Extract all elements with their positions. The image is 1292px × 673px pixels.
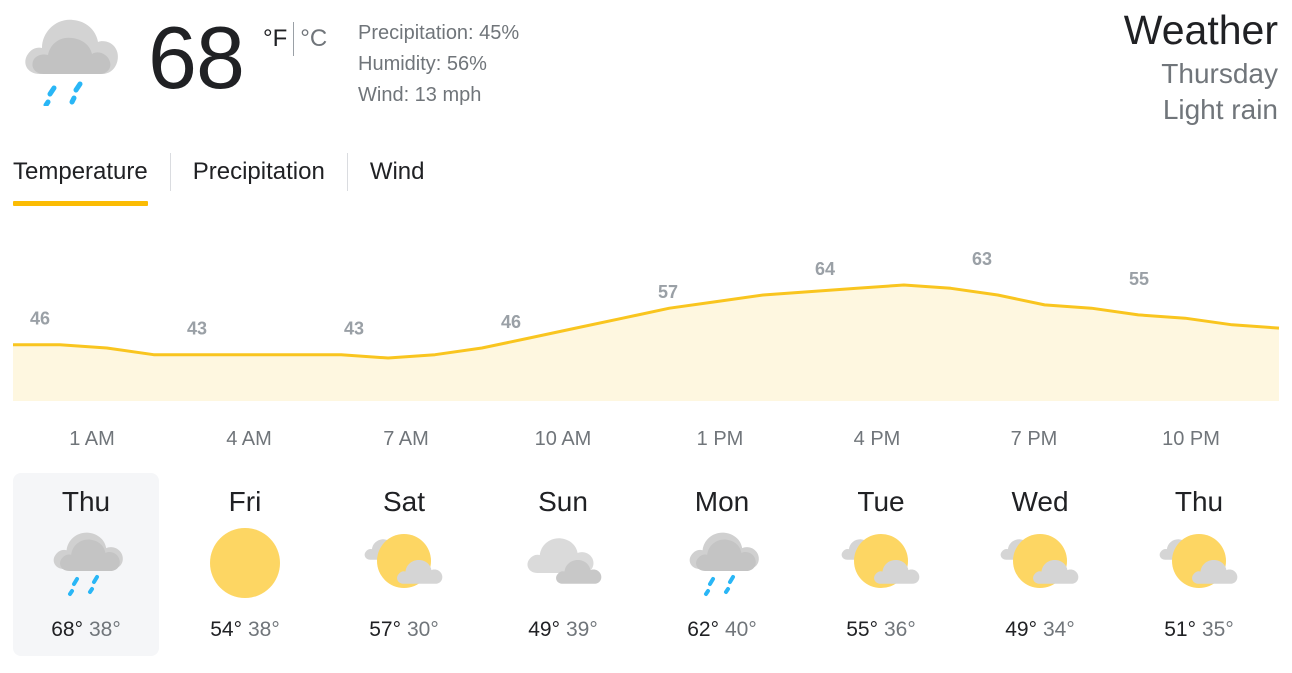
temperature-value-label: 43	[187, 319, 207, 339]
current-details: Precipitation: 45% Humidity: 56% Wind: 1…	[358, 18, 519, 111]
time-axis-label: 1 AM	[69, 428, 115, 450]
partly-cloudy-icon	[1159, 527, 1239, 599]
temperature-value-label: 43	[344, 319, 364, 339]
forecast-low: 36°	[884, 618, 916, 641]
forecast-low: 38°	[248, 618, 280, 641]
temperature-chart-svg: 46 43 43 46 57 64 63 55 1 AM 4 AM 7 AM 10 AM 1 PM 4 P…	[13, 249, 1280, 450]
chart-tabs: Temperature Precipitation Wind	[13, 152, 425, 208]
forecast-low: 40°	[725, 618, 757, 641]
forecast-day-7[interactable]: Thu 51° 35°	[1126, 473, 1272, 656]
forecast-temps: 54° 38°	[172, 617, 318, 643]
temperature-value-label: 63	[972, 249, 992, 269]
partly-cloudy-icon	[364, 527, 444, 599]
forecast-low: 38°	[89, 618, 121, 641]
forecast-day-name: Sat	[382, 486, 426, 517]
weather-day: Thursday	[1161, 58, 1278, 89]
tab-precipitation[interactable]: Precipitation	[193, 152, 325, 208]
forecast-day-6[interactable]: Wed 49° 34°	[967, 473, 1113, 656]
sun-icon	[205, 527, 285, 599]
forecast-day-name: Mon	[694, 486, 750, 517]
forecast-temps: 49° 34°	[967, 617, 1113, 643]
time-axis-label: 10 PM	[1162, 428, 1220, 450]
forecast-day-name: Tue	[857, 486, 905, 517]
forecast-low: 39°	[566, 618, 598, 641]
forecast-low: 30°	[407, 618, 439, 641]
temperature-value-label: 46	[501, 312, 521, 332]
time-axis-label: 7 AM	[383, 428, 429, 450]
partly-cloudy-icon	[1000, 527, 1080, 599]
rain-cloud-icon	[682, 527, 762, 599]
forecast-day-0[interactable]: Thu 68° 38°	[13, 473, 159, 656]
forecast-high: 55°	[846, 618, 878, 641]
precipitation-text: Precipitation: 45%	[358, 22, 520, 44]
humidity-text: Humidity: 56%	[358, 53, 487, 75]
forecast-low: 35°	[1202, 618, 1234, 641]
forecast-day-name: Thu	[1174, 486, 1224, 517]
forecast-high: 54°	[210, 618, 242, 641]
forecast-day-name: Fri	[228, 486, 262, 517]
temperature-value-label: 57	[658, 282, 678, 302]
fahrenheit-unit-button[interactable]: °F	[263, 22, 287, 56]
unit-toggle: °F °C	[263, 22, 327, 56]
time-axis-label: 10 AM	[535, 428, 592, 450]
forecast-temps: 68° 38°	[13, 617, 159, 643]
daily-forecast: Thu 68° 38° Fri 54° 38° Sat 57° 30° Sun 49° 39° Mon 6…	[13, 473, 1285, 656]
forecast-high: 49°	[1005, 618, 1037, 641]
forecast-high: 62°	[687, 618, 719, 641]
forecast-low: 34°	[1043, 618, 1075, 641]
rain-cloud-icon	[46, 527, 126, 599]
temperature-value-label: 64	[815, 259, 835, 279]
weather-condition: Light rain	[1162, 94, 1278, 125]
temperature-value-label: 46	[30, 309, 50, 329]
cloudy-icon	[523, 527, 603, 599]
partly-cloudy-icon	[841, 527, 921, 599]
time-axis-label: 4 AM	[226, 428, 272, 450]
current-temperature: 68	[148, 8, 245, 107]
forecast-day-name: Thu	[61, 486, 111, 517]
forecast-day-name: Wed	[1011, 486, 1069, 517]
weather-header: Weather Thursday Light rain	[1124, 4, 1278, 128]
forecast-temps: 51° 35°	[1126, 617, 1272, 643]
time-axis-label: 4 PM	[854, 428, 901, 450]
time-axis-label: 7 PM	[1011, 428, 1058, 450]
time-axis-label: 1 PM	[697, 428, 744, 450]
forecast-high: 68°	[51, 618, 83, 641]
forecast-day-1[interactable]: Fri 54° 38°	[172, 473, 318, 656]
tab-temperature[interactable]: Temperature	[13, 152, 148, 208]
temperature-value-label: 55	[1129, 269, 1149, 289]
weather-title: Weather	[1123, 7, 1278, 53]
forecast-day-2[interactable]: Sat 57° 30°	[331, 473, 477, 656]
unit-divider	[293, 22, 295, 56]
forecast-temps: 49° 39°	[490, 617, 636, 643]
forecast-high: 51°	[1164, 618, 1196, 641]
forecast-day-4[interactable]: Mon 62° 40°	[649, 473, 795, 656]
tab-wind[interactable]: Wind	[370, 152, 425, 208]
tab-divider	[169, 153, 171, 191]
forecast-day-5[interactable]: Tue 55° 36°	[808, 473, 954, 656]
forecast-temps: 57° 30°	[331, 617, 477, 643]
rain-cloud-icon	[18, 12, 122, 108]
forecast-day-3[interactable]: Sun 49° 39°	[490, 473, 636, 656]
forecast-temps: 55° 36°	[808, 617, 954, 643]
forecast-high: 49°	[528, 618, 560, 641]
forecast-high: 57°	[369, 618, 401, 641]
forecast-day-name: Sun	[538, 486, 588, 517]
celsius-unit-button[interactable]: °C	[300, 22, 327, 56]
wind-text: Wind: 13 mph	[358, 84, 482, 106]
temperature-chart: 46 43 43 46 57 64 63 55 1 AM 4 AM 7 AM 10 AM 1 PM 4 P…	[0, 240, 1292, 460]
tab-divider	[346, 153, 348, 191]
temperature-area	[13, 285, 1279, 401]
forecast-temps: 62° 40°	[649, 617, 795, 643]
